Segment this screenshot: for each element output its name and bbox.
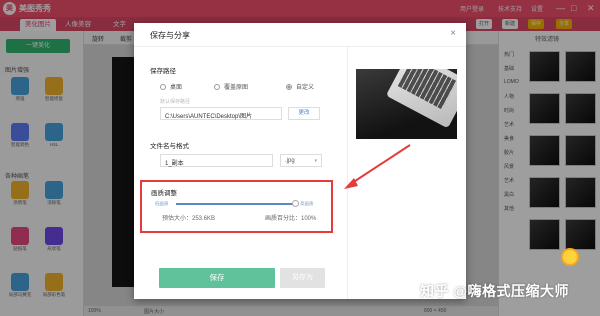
help-icon[interactable] <box>561 248 579 266</box>
watermark: 知乎 @嗨格式压缩大师 <box>420 283 570 299</box>
annotation-arrow <box>344 144 411 189</box>
